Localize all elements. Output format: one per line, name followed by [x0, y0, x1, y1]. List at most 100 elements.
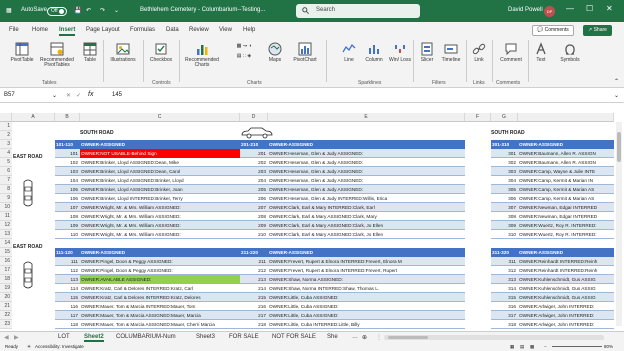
cancel-icon[interactable]: ✕ — [66, 92, 71, 99]
niche-owner-cell[interactable]: OWNER:Baumann, Allen R. ASSIGN — [518, 158, 614, 167]
row-header[interactable]: 21 — [0, 302, 12, 311]
horizontal-scrollbar-thumb[interactable] — [388, 336, 428, 339]
niche-number[interactable]: 213 — [240, 275, 268, 284]
niche-owner-cell[interactable]: OWNER:Heseman, Glen & Judy ASSIGNED: — [268, 158, 465, 167]
pivotchart-button[interactable]: PivotChart — [288, 42, 322, 63]
niche-owner-cell[interactable]: OWNER:Frevert, Rupert & Elnora INTERRED:… — [268, 257, 465, 266]
search-box[interactable]: Search — [296, 4, 420, 18]
niche-owner-cell[interactable]: OWNER:Arlwiger, John INTERRED: — [518, 320, 614, 329]
niche-number[interactable]: 103 — [55, 167, 80, 176]
close-icon[interactable]: ✕ — [606, 4, 613, 13]
row-header[interactable]: 8 — [0, 185, 12, 194]
pivottable-button[interactable]: PivotTable — [8, 42, 36, 63]
menu-data[interactable]: Data — [166, 27, 179, 33]
niche-owner-cell[interactable]: OWNER:Newman, Edgar INTERRED — [518, 212, 614, 221]
column-header-e[interactable]: E — [268, 113, 465, 122]
niche-number[interactable]: 214 — [240, 284, 268, 293]
column-header-a[interactable]: A — [12, 113, 55, 122]
niche-number[interactable]: 106 — [55, 194, 80, 203]
link-button[interactable]: Link — [470, 42, 488, 63]
niche-owner-cell[interactable]: OWNER:Heseman, Glen & Judy INTERRED:Will… — [268, 194, 465, 203]
document-title[interactable]: Bethlehem Cemetery - Columbarium--Testin… — [140, 7, 265, 13]
niche-number[interactable]: 212 — [240, 266, 268, 275]
block-header-range[interactable]: 311-320 — [491, 248, 518, 257]
niche-number[interactable]: 109 — [55, 221, 80, 230]
niche-number[interactable]: 313 — [491, 275, 518, 284]
recommended-charts-button[interactable]: Recommended Charts — [182, 42, 222, 68]
tab-sheet3[interactable]: Sheet3 — [196, 334, 215, 340]
winloss-sparkline-button[interactable]: Win/ Loss — [389, 42, 411, 63]
row-header[interactable]: 1 — [0, 122, 12, 131]
comment-button[interactable]: Comment — [496, 42, 526, 63]
niche-number[interactable]: 311 — [491, 257, 518, 266]
niche-number[interactable]: 211 — [240, 257, 268, 266]
niche-number[interactable]: 207 — [240, 203, 268, 212]
niche-number[interactable]: 104 — [55, 176, 80, 185]
niche-owner-cell[interactable]: OWNER:Camp, Kermit & Marian AS — [518, 194, 614, 203]
niche-number[interactable]: 314 — [491, 284, 518, 293]
accessibility-status[interactable]: Accessibility: Investigate — [35, 344, 84, 349]
niche-number[interactable]: 102 — [55, 158, 80, 167]
niche-owner-cell[interactable]: OWNER:Pingel, Doon & Peggy ASSIGNED: — [80, 257, 240, 266]
niche-number[interactable]: 304 — [491, 176, 518, 185]
niche-owner-cell[interactable]: OWNER:Arlwiger, John INTERRED: — [518, 311, 614, 320]
niche-number[interactable]: 101 — [55, 149, 80, 158]
niche-owner-cell[interactable]: OWNER:Brinker, Lloyd INTERRED:Brinker, T… — [80, 194, 240, 203]
tab-scroll-left-icon[interactable]: ◀ — [4, 334, 9, 341]
menu-page-layout[interactable]: Page Layout — [86, 27, 120, 33]
niche-number[interactable]: 310 — [491, 230, 518, 239]
user-name[interactable]: David Powell — [508, 7, 543, 13]
row-header[interactable]: 14 — [0, 239, 12, 248]
maps-button[interactable]: Maps — [264, 42, 286, 63]
line-sparkline-button[interactable]: Line — [340, 42, 358, 63]
niche-owner-cell[interactable]: OWNER:Reinhardt INTERRED:Reinh — [518, 266, 614, 275]
niche-owner-cell[interactable]: OWNER:Frevert, Rupert & Elnora INTERRED:… — [268, 266, 465, 275]
row-header[interactable]: 6 — [0, 167, 12, 176]
niche-number[interactable]: 204 — [240, 176, 268, 185]
niche-owner-cell[interactable]: OWNER:Heseman, Glen & Judy ASSIGNED: — [268, 149, 465, 158]
zoom-level[interactable]: 80% — [604, 344, 613, 349]
niche-owner-cell[interactable]: OWNER:Mauer, Tom & Marcia ASSIGNED:Mauer… — [80, 320, 240, 329]
niche-number[interactable]: 318 — [491, 320, 518, 329]
vertical-scrollbar[interactable] — [616, 122, 622, 326]
niche-owner-cell[interactable]: OWNER:Pingel, Doon & Peggy ASSIGNED: — [80, 266, 240, 275]
niche-number[interactable]: 203 — [240, 167, 268, 176]
share-button[interactable]: ↗ Share — [583, 25, 612, 36]
row-header[interactable]: 22 — [0, 311, 12, 320]
niche-number[interactable]: 218 — [240, 320, 268, 329]
row-header[interactable]: 2 — [0, 131, 12, 140]
column-header-g[interactable]: G — [491, 113, 518, 122]
niche-number[interactable]: 208 — [240, 212, 268, 221]
block-header-range[interactable]: 201-210 — [240, 140, 268, 149]
menu-formulas[interactable]: Formulas — [130, 27, 155, 33]
niche-owner-cell[interactable]: OWNER:Brinker, Lloyd ASSIGNED:Dean, Caro… — [80, 167, 240, 176]
niche-owner-cell[interactable]: OWNER:Clark, Earl & Mary ASSIGNED:Clark,… — [268, 212, 465, 221]
save-icon[interactable]: 💾 — [74, 7, 81, 14]
formula-input[interactable]: 145 — [112, 92, 122, 98]
minimize-icon[interactable]: — — [566, 4, 574, 13]
horizontal-scrollbar[interactable] — [384, 335, 604, 340]
scatter-chart-icon[interactable]: ∷ — [243, 53, 246, 59]
niche-number[interactable]: 312 — [491, 266, 518, 275]
row-header[interactable]: 18 — [0, 275, 12, 284]
niche-owner-cell[interactable]: OWNER:Wuertz, Roy R. INTERRED: — [518, 221, 614, 230]
block-header-owner[interactable]: OWNER-ASSIGNED — [268, 140, 465, 149]
niche-number[interactable]: 205 — [240, 185, 268, 194]
niche-number[interactable]: 302 — [491, 158, 518, 167]
tab-sheet2[interactable]: Sheet2 — [84, 334, 104, 342]
niche-number[interactable]: 111 — [55, 257, 80, 266]
niche-number[interactable]: 117 — [55, 311, 80, 320]
niche-owner-cell[interactable]: OWNER:Kuhlenschmidt, Gus ASSIG — [518, 293, 614, 302]
niche-number[interactable]: 307 — [491, 203, 518, 212]
niche-owner-cell[interactable]: OWNER:Heseman, Glen & Judy ASSIGNED: — [268, 167, 465, 176]
block-header-owner[interactable]: OWNER-ASSIGNED — [268, 248, 465, 257]
niche-owner-cell[interactable]: OWNER:Newman, Edgar INTERRED — [518, 203, 614, 212]
page-break-view-icon[interactable]: ▩ — [530, 344, 534, 350]
table-button[interactable]: Table — [80, 42, 100, 63]
insert-function-icon[interactable]: fx — [88, 91, 93, 98]
niche-number[interactable]: 303 — [491, 167, 518, 176]
column-header-d[interactable]: D — [240, 113, 268, 122]
niche-number[interactable]: 110 — [55, 230, 80, 239]
niche-owner-cell[interactable]: OWNER:Wright, Mr. & Mrs. William ASSIGNE… — [80, 221, 240, 230]
expand-formula-icon[interactable]: ⌄ — [614, 92, 619, 99]
